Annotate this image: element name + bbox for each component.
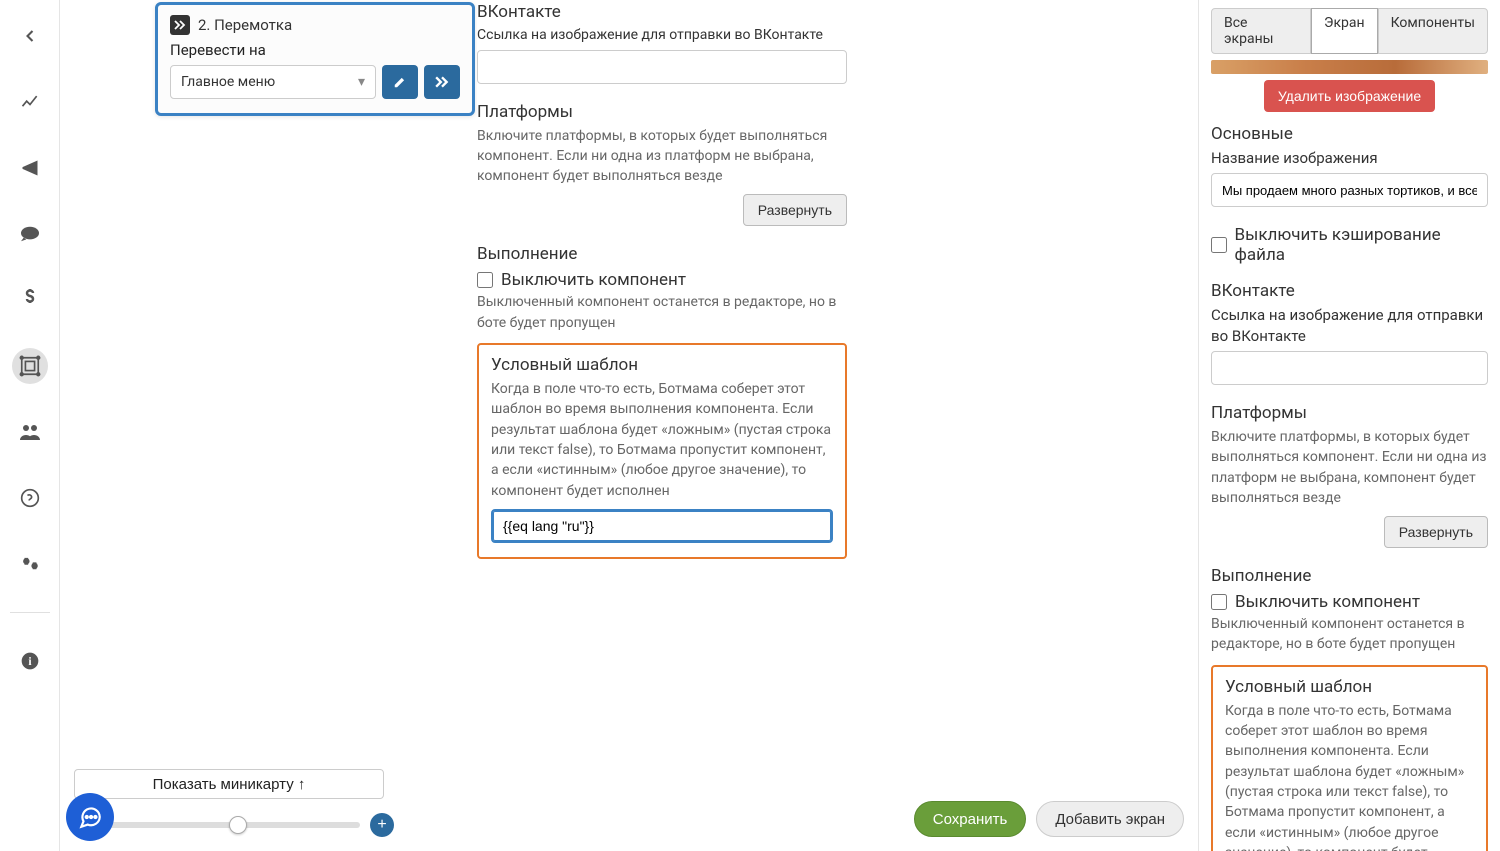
properties-panel: ВКонтакте Ссылка на изображение для отпр… bbox=[477, 0, 847, 559]
vk-link-input[interactable] bbox=[477, 50, 847, 84]
right-vk-title: ВКонтакте bbox=[1211, 281, 1488, 301]
bottom-right-controls: Сохранить Добавить экран bbox=[914, 801, 1184, 837]
payments-icon[interactable] bbox=[12, 282, 48, 318]
disable-help: Выключенный компонент останется в редакт… bbox=[477, 292, 847, 333]
broadcast-icon[interactable] bbox=[12, 150, 48, 186]
conditional-title: Условный шаблон bbox=[491, 355, 833, 375]
analytics-icon[interactable] bbox=[12, 84, 48, 120]
minimap-toggle-button[interactable]: Показать миникарту ↑ bbox=[74, 769, 384, 799]
zoom-in-button[interactable]: + bbox=[370, 813, 394, 837]
divider bbox=[10, 612, 50, 613]
help-icon[interactable] bbox=[12, 480, 48, 516]
tab-all-screens[interactable]: Все экраны bbox=[1211, 8, 1311, 54]
right-conditional-help: Когда в поле что-то есть, Ботмама собере… bbox=[1225, 701, 1474, 851]
conditional-help: Когда в поле что-то есть, Ботмама собере… bbox=[491, 379, 833, 501]
right-tabs: Все экраны Экран Компоненты bbox=[1211, 8, 1488, 54]
conditional-input[interactable] bbox=[491, 509, 833, 543]
right-conditional-box: Условный шаблон Когда в поле что-то есть… bbox=[1211, 665, 1488, 851]
right-vk-link-label: Ссылка на изображение для отправки во ВК… bbox=[1211, 305, 1488, 347]
settings-icon[interactable] bbox=[12, 546, 48, 582]
right-panel: Все экраны Экран Компоненты Удалить изоб… bbox=[1198, 0, 1500, 851]
vk-link-label: Ссылка на изображение для отправки во ВК… bbox=[477, 26, 847, 46]
canvas[interactable]: 2. Перемотка Перевести на Главное меню ▾… bbox=[60, 0, 1198, 851]
execution-title: Выполнение bbox=[477, 244, 847, 264]
expand-button[interactable]: Развернуть bbox=[743, 194, 847, 226]
platforms-help: Включите платформы, в которых будет выпо… bbox=[477, 126, 847, 187]
right-expand-button[interactable]: Развернуть bbox=[1384, 516, 1488, 548]
right-execution-title: Выполнение bbox=[1211, 566, 1488, 586]
info-icon[interactable]: i bbox=[12, 643, 48, 679]
right-platforms-title: Платформы bbox=[1211, 403, 1488, 423]
platforms-title: Платформы bbox=[477, 102, 847, 122]
messages-icon[interactable] bbox=[12, 216, 48, 252]
card-header: 2. Перемотка bbox=[170, 15, 460, 35]
image-name-label: Название изображения bbox=[1211, 148, 1488, 169]
card-translate-label: Перевести на bbox=[170, 41, 460, 59]
bottom-left-controls: Показать миникарту ↑ − + bbox=[74, 769, 394, 837]
disable-component-label: Выключить компонент bbox=[501, 270, 686, 290]
right-disable-help: Выключенный компонент останется в редакт… bbox=[1211, 614, 1488, 655]
card-select[interactable]: Главное меню ▾ bbox=[170, 65, 376, 99]
forward-button[interactable] bbox=[424, 65, 460, 99]
image-preview bbox=[1211, 60, 1488, 74]
tab-screen[interactable]: Экран bbox=[1311, 8, 1378, 54]
forward-icon bbox=[170, 15, 190, 35]
edit-button[interactable] bbox=[382, 65, 418, 99]
zoom-slider-thumb[interactable] bbox=[229, 816, 247, 834]
save-button[interactable]: Сохранить bbox=[914, 801, 1027, 837]
chat-support-button[interactable] bbox=[66, 793, 114, 841]
disable-cache-label: Выключить кэширование файла bbox=[1235, 225, 1488, 265]
builder-icon[interactable] bbox=[12, 348, 48, 384]
users-icon[interactable] bbox=[12, 414, 48, 450]
back-icon[interactable] bbox=[12, 18, 48, 54]
disable-cache-checkbox[interactable] bbox=[1211, 237, 1227, 253]
add-screen-button[interactable]: Добавить экран bbox=[1036, 801, 1184, 837]
sidebar-nav: i bbox=[0, 0, 60, 851]
tab-components[interactable]: Компоненты bbox=[1378, 8, 1488, 54]
image-name-input[interactable] bbox=[1211, 173, 1488, 207]
disable-component-checkbox[interactable] bbox=[477, 272, 493, 288]
right-disable-component-checkbox[interactable] bbox=[1211, 594, 1227, 610]
main-section-title: Основные bbox=[1211, 124, 1488, 144]
right-vk-link-input[interactable] bbox=[1211, 351, 1488, 385]
right-platforms-help: Включите платформы, в которых будет выпо… bbox=[1211, 427, 1488, 508]
conditional-highlight-box: Условный шаблон Когда в поле что-то есть… bbox=[477, 343, 847, 559]
card-select-value: Главное меню bbox=[181, 74, 275, 90]
canvas-component-card[interactable]: 2. Перемотка Перевести на Главное меню ▾ bbox=[155, 2, 475, 116]
right-conditional-title: Условный шаблон bbox=[1225, 677, 1474, 697]
caret-down-icon: ▾ bbox=[358, 74, 365, 90]
zoom-slider[interactable] bbox=[108, 822, 360, 828]
card-title: 2. Перемотка bbox=[198, 16, 292, 34]
delete-image-button[interactable]: Удалить изображение bbox=[1264, 80, 1435, 112]
right-disable-component-label: Выключить компонент bbox=[1235, 592, 1420, 612]
vk-section-title: ВКонтакте bbox=[477, 2, 847, 22]
